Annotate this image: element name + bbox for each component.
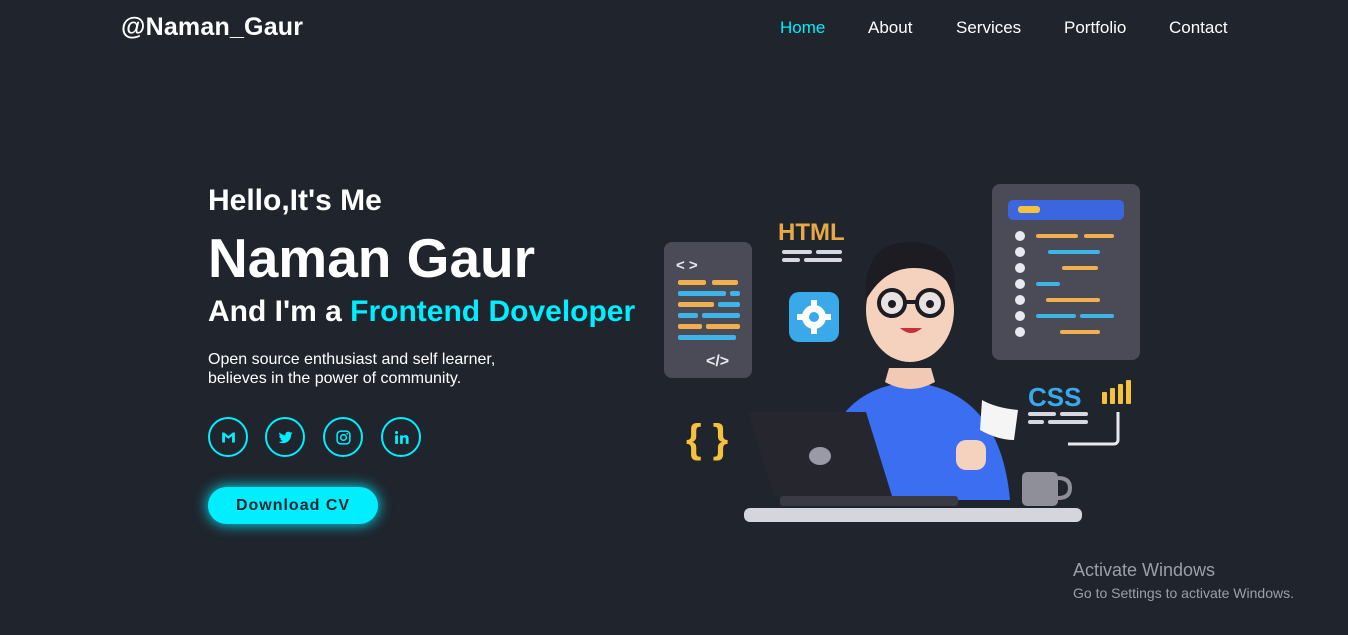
description-line: believes in the power of community. <box>208 370 462 387</box>
description-line: Open source enthusiast and self learner, <box>208 351 496 368</box>
role-highlight: Frontend Doveloper <box>350 295 636 328</box>
hero-description: Open source enthusiast and self learner,… <box>208 350 528 388</box>
gmail-link[interactable] <box>208 417 248 457</box>
gear-icon <box>789 292 839 342</box>
developer-illustration: < > </> HTML { } CSS <box>664 184 1140 522</box>
twitter-icon <box>277 431 293 443</box>
gmail-icon <box>221 432 235 442</box>
hero-name: Naman Gaur <box>208 227 536 289</box>
code-close-label: </> <box>706 353 729 370</box>
twitter-link[interactable] <box>265 417 305 457</box>
instagram-icon <box>335 429 351 445</box>
desk <box>744 508 1082 522</box>
nav-services[interactable]: Services <box>956 18 1021 38</box>
download-cv-button[interactable]: Download CV <box>208 487 378 524</box>
braces-icon: { } <box>686 417 728 461</box>
nav-about[interactable]: About <box>868 18 912 38</box>
role-prefix: And I'm a <box>208 295 351 328</box>
linkedin-icon <box>394 430 409 444</box>
html-label: HTML <box>778 219 845 246</box>
code-open-label: < > <box>676 257 698 274</box>
instagram-link[interactable] <box>323 417 363 457</box>
watermark-title: Activate Windows <box>1073 560 1216 580</box>
windows-activation-watermark: Activate Windows Go to Settings to activ… <box>1073 560 1294 601</box>
css-label: CSS <box>1028 382 1081 412</box>
main-nav: Home About Services Portfolio Contact <box>0 18 1348 40</box>
code-panel-left: < > </> <box>664 242 752 378</box>
mug-icon <box>1022 472 1073 506</box>
hero-role: And I'm a Frontend Doveloper <box>208 295 635 329</box>
nav-home[interactable]: Home <box>780 18 825 38</box>
nav-contact[interactable]: Contact <box>1169 18 1228 38</box>
hero-greeting: Hello,It's Me <box>208 184 382 217</box>
code-panel-right <box>992 184 1140 360</box>
nav-portfolio[interactable]: Portfolio <box>1064 18 1126 38</box>
watermark-subtitle: Go to Settings to activate Windows. <box>1073 585 1294 601</box>
bars-icon <box>1102 380 1131 404</box>
linkedin-link[interactable] <box>381 417 421 457</box>
